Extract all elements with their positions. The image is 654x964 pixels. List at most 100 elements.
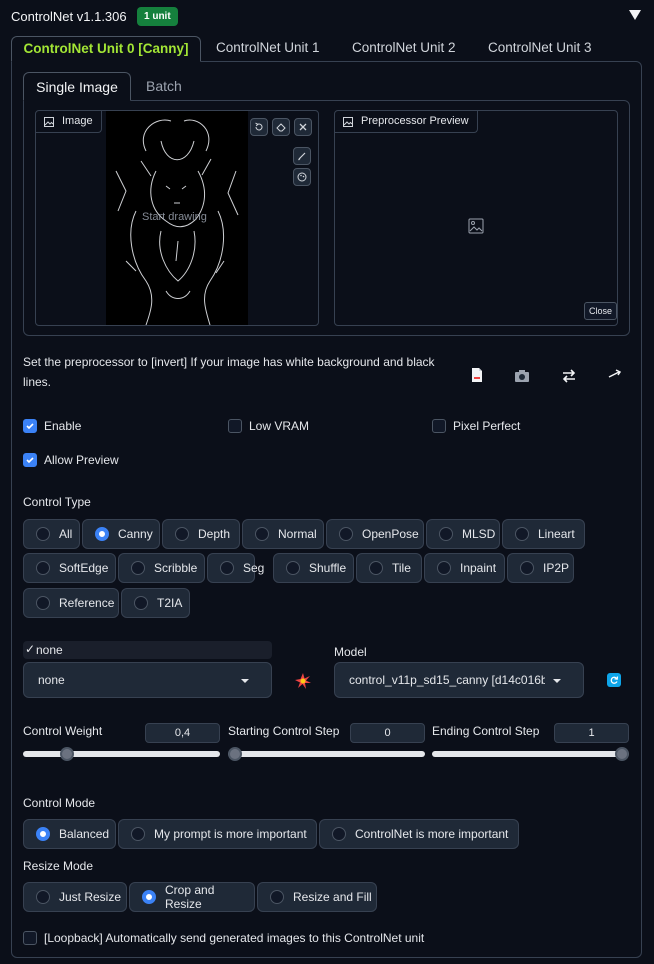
preprocessor-dropdown[interactable]: none	[23, 662, 272, 698]
palette-icon	[297, 172, 307, 182]
new-canvas-icon[interactable]	[469, 367, 485, 383]
panel-title: ControlNet v1.1.306	[11, 9, 127, 24]
low-vram-label: Low VRAM	[249, 419, 310, 433]
send-dimensions-icon[interactable]	[607, 367, 623, 383]
control-weight-slider[interactable]	[23, 751, 220, 757]
radio-icon	[131, 561, 145, 575]
radio-label: Reference	[59, 596, 115, 610]
preprocessor-value: none	[38, 673, 65, 687]
preprocessor-label: none	[36, 643, 63, 657]
tab-unit-2[interactable]: ControlNet Unit 2	[352, 36, 456, 62]
brush-button[interactable]	[293, 147, 311, 165]
radio-option-tile[interactable]: Tile	[356, 553, 422, 583]
check-icon	[26, 457, 34, 464]
radio-label: SoftEdge	[59, 561, 109, 575]
control-weight-thumb[interactable]	[59, 747, 74, 761]
radio-option-reference[interactable]: Reference	[23, 588, 119, 618]
radio-option-resize-and-fill[interactable]: Resize and Fill	[257, 882, 377, 912]
model-dropdown[interactable]: control_v11p_sd15_canny [d14c016b]	[334, 662, 584, 698]
tab-unit-0[interactable]: ControlNet Unit 0 [Canny]	[11, 36, 201, 62]
radio-label: Tile	[392, 561, 411, 575]
invert-hint-text: Set the preprocessor to [invert] If your…	[23, 355, 435, 389]
radio-option-all[interactable]: All	[23, 519, 80, 549]
swap-icon[interactable]	[561, 368, 577, 384]
radio-option-mlsd[interactable]: MLSD	[426, 519, 500, 549]
radio-option-openpose[interactable]: OpenPose	[326, 519, 424, 549]
control-weight-input[interactable]: 0,4	[145, 723, 220, 743]
radio-label: Canny	[118, 527, 153, 541]
radio-selected-icon	[36, 827, 50, 841]
close-icon	[299, 123, 307, 131]
radio-label: Seg	[243, 561, 265, 575]
refresh-models-button[interactable]	[607, 673, 621, 687]
allow-preview-checkbox[interactable]	[23, 453, 37, 467]
radio-selected-icon	[95, 527, 109, 541]
radio-option-lineart[interactable]: Lineart	[502, 519, 585, 549]
end-step-thumb[interactable]	[615, 747, 629, 761]
tab-unit-1[interactable]: ControlNet Unit 1	[216, 36, 320, 62]
close-preview-button[interactable]: Close	[584, 302, 618, 320]
tab-batch[interactable]: Batch	[146, 72, 182, 101]
start-step-input[interactable]: 0	[350, 723, 425, 743]
clear-image-button[interactable]	[294, 118, 312, 136]
radio-option-controlnet-is-more-important[interactable]: ControlNet is more important	[319, 819, 519, 849]
end-step-slider[interactable]	[432, 751, 629, 757]
radio-option-depth[interactable]: Depth	[162, 519, 240, 549]
color-palette-button[interactable]	[293, 168, 311, 186]
camera-icon[interactable]	[514, 369, 530, 383]
radio-option-ip2p[interactable]: IP2P	[507, 553, 574, 583]
radio-icon	[36, 890, 50, 904]
undo-icon	[255, 122, 263, 131]
radio-icon	[36, 527, 50, 541]
radio-icon	[339, 527, 353, 541]
radio-option-crop-and-resize[interactable]: Crop and Resize	[129, 882, 255, 912]
preprocessor-preview-label: Preprocessor Preview	[335, 111, 478, 133]
preprocessor-label-bar: ✓ none	[23, 641, 272, 659]
radio-icon	[439, 527, 453, 541]
radio-option-seg[interactable]: Seg	[207, 553, 264, 583]
low-vram-checkbox[interactable]	[228, 419, 242, 433]
radio-icon	[36, 561, 50, 575]
radio-option-scribble[interactable]: Scribble	[118, 553, 205, 583]
run-preprocessor-icon[interactable]	[294, 672, 312, 690]
chevron-down-icon	[241, 679, 249, 683]
radio-icon	[134, 596, 148, 610]
radio-option-t2ia[interactable]: T2IA	[121, 588, 190, 618]
end-step-label: Ending Control Step	[432, 724, 540, 738]
radio-option-inpaint[interactable]: Inpaint	[424, 553, 505, 583]
collapse-triangle-icon[interactable]	[628, 8, 642, 22]
radio-label: Inpaint	[460, 561, 497, 575]
radio-option-just-resize[interactable]: Just Resize	[23, 882, 127, 912]
start-step-label: Starting Control Step	[228, 724, 340, 738]
radio-option-my-prompt-is-more-important[interactable]: My prompt is more important	[118, 819, 317, 849]
eraser-button[interactable]	[272, 118, 290, 136]
radio-option-shuffle[interactable]: Shuffle	[273, 553, 354, 583]
enable-checkbox[interactable]	[23, 419, 37, 433]
resize-mode-label: Resize Mode	[23, 859, 94, 873]
tab-single-image[interactable]: Single Image	[23, 72, 131, 101]
radio-label: Balanced	[59, 827, 110, 841]
preview-label-text: Preprocessor Preview	[361, 115, 469, 127]
check-icon	[26, 423, 34, 430]
check-mark-icon: ✓	[25, 642, 36, 656]
radio-label: MLSD	[462, 527, 496, 541]
radio-option-balanced[interactable]: Balanced	[23, 819, 116, 849]
model-value: control_v11p_sd15_canny [d14c016b]	[349, 673, 545, 687]
radio-label: Scribble	[154, 561, 198, 575]
radio-icon	[36, 596, 50, 610]
end-step-input[interactable]: 1	[554, 723, 629, 743]
tab-unit-3[interactable]: ControlNet Unit 3	[488, 36, 592, 62]
radio-option-canny[interactable]: Canny	[82, 519, 160, 549]
loopback-checkbox[interactable]	[23, 931, 37, 945]
radio-label: IP2P	[543, 561, 570, 575]
radio-icon	[369, 561, 383, 575]
radio-option-normal[interactable]: Normal	[242, 519, 324, 549]
radio-label: Just Resize	[59, 890, 122, 904]
start-step-slider[interactable]	[228, 751, 425, 757]
start-step-thumb[interactable]	[228, 747, 242, 761]
allow-preview-label: Allow Preview	[44, 453, 119, 467]
pixel-perfect-checkbox[interactable]	[432, 419, 446, 433]
rotate-button[interactable]	[250, 118, 268, 136]
radio-option-softedge[interactable]: SoftEdge	[23, 553, 116, 583]
radio-icon	[437, 561, 451, 575]
